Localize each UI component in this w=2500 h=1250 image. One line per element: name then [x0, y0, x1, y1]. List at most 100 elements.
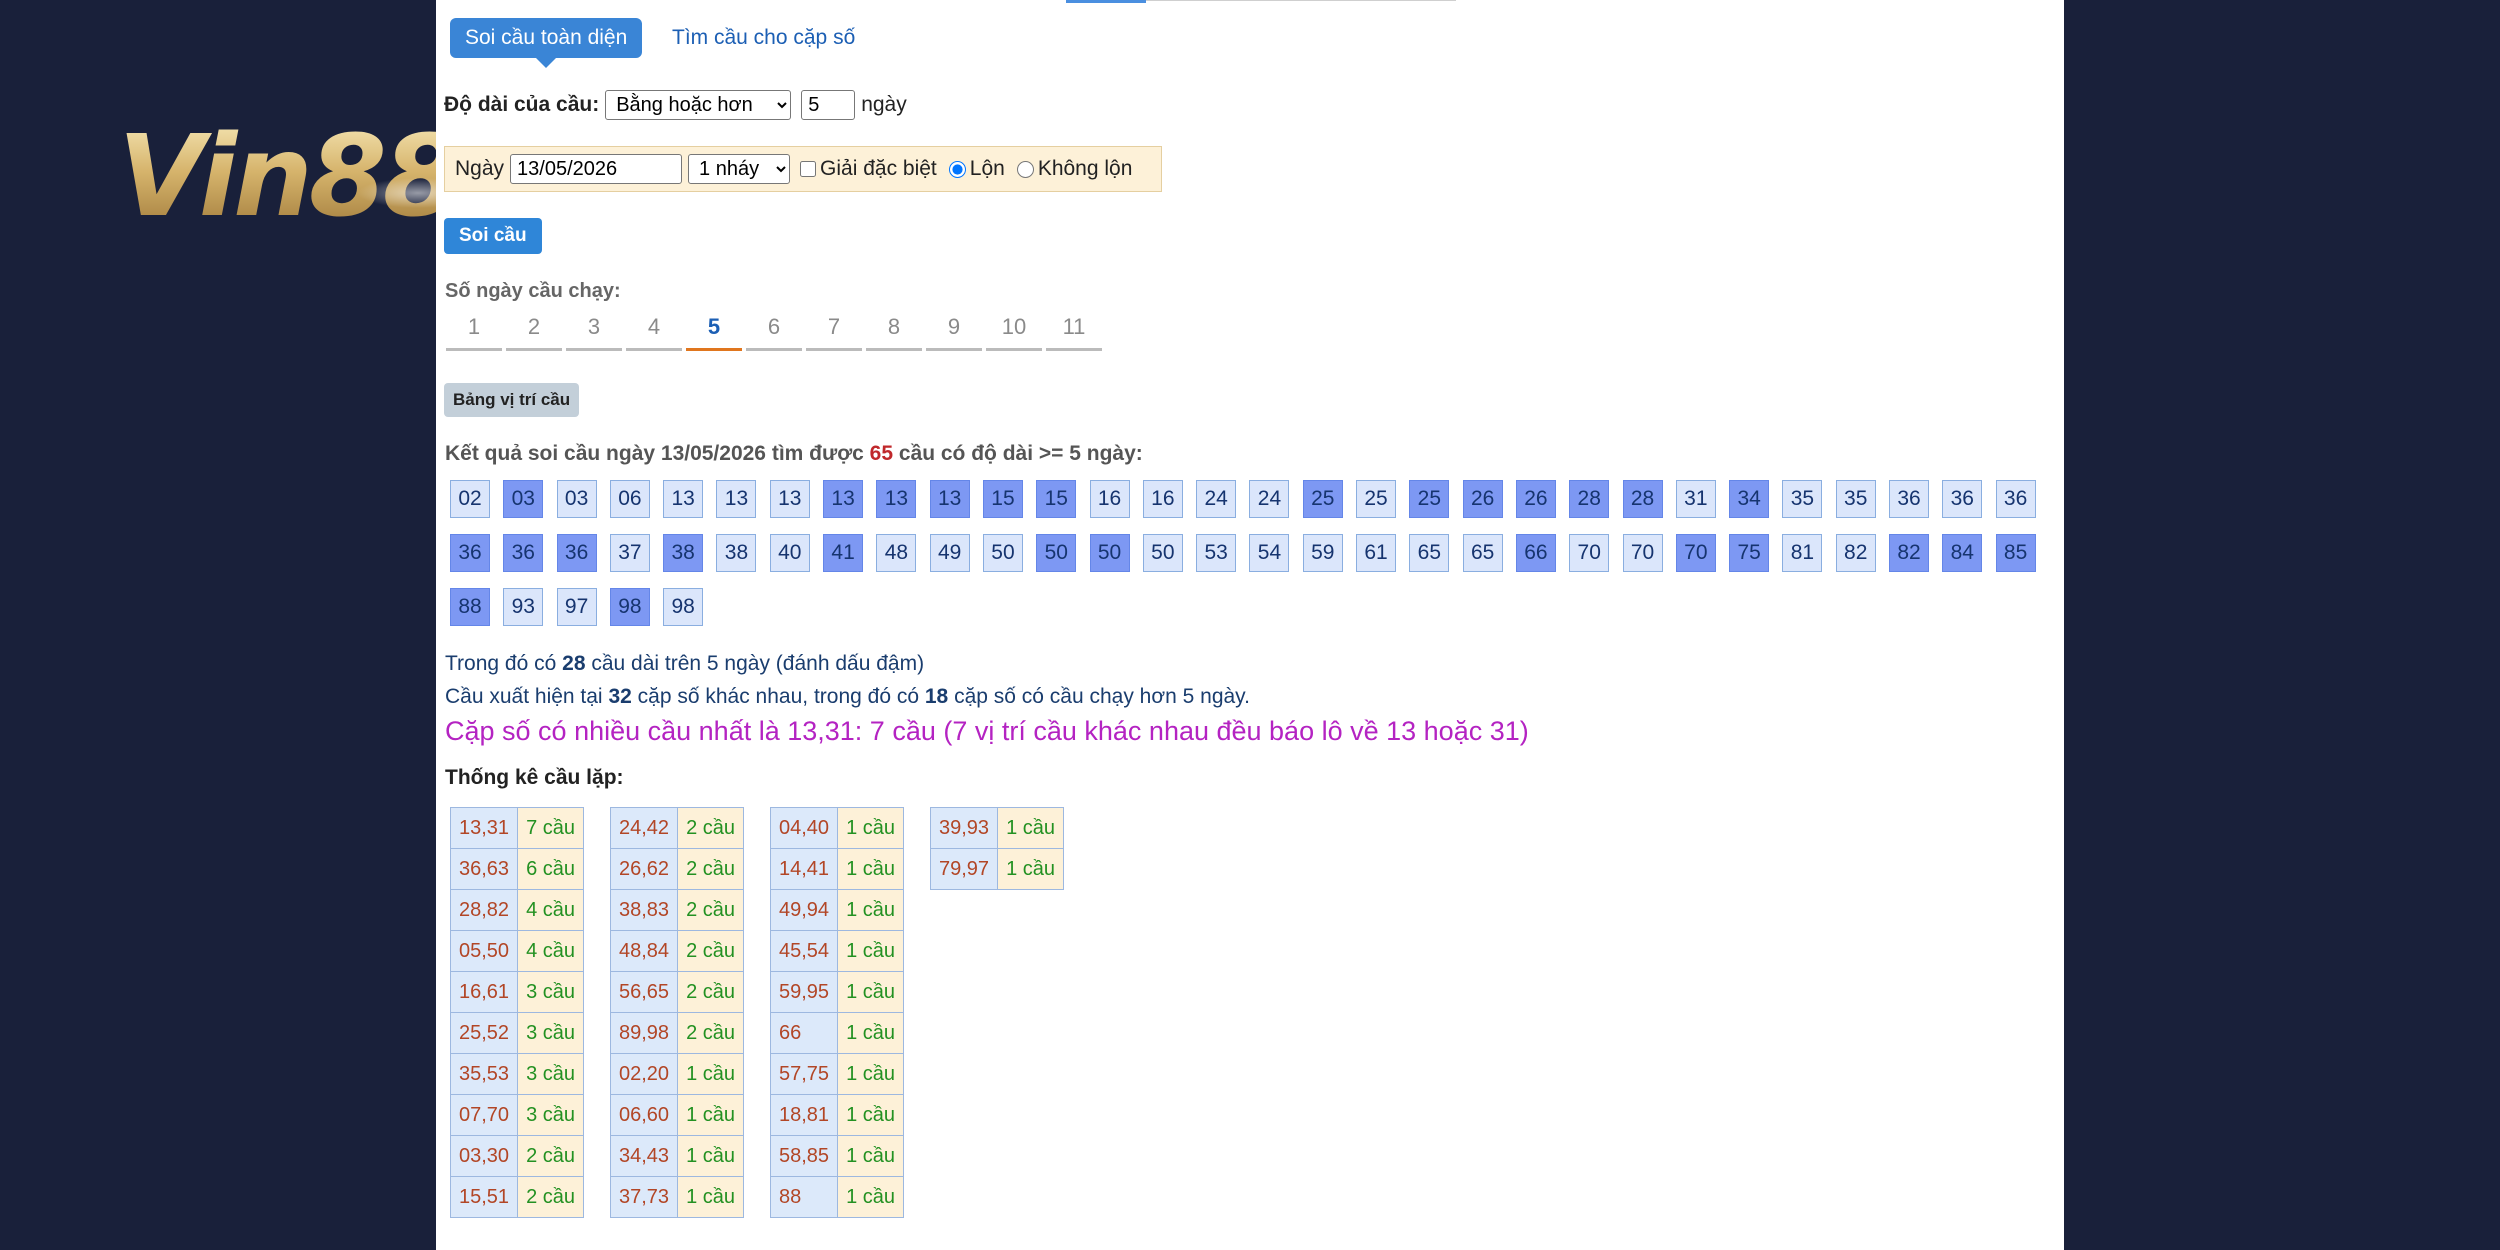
tab-soi-cau-toan-dien[interactable]: Soi cầu toàn diện — [450, 18, 643, 68]
date-input[interactable] — [510, 154, 683, 184]
stats-pair[interactable]: 79,97 — [931, 849, 998, 889]
number-cell[interactable]: 28 — [1622, 480, 1663, 518]
number-cell[interactable]: 38 — [716, 534, 757, 572]
stats-pair[interactable]: 15,51 — [451, 1177, 518, 1217]
number-cell[interactable]: 88 — [450, 588, 490, 626]
number-cell[interactable]: 70 — [1569, 534, 1610, 572]
number-cell[interactable]: 26 — [1515, 480, 1556, 518]
number-cell[interactable]: 13 — [663, 480, 704, 518]
number-cell[interactable]: 98 — [663, 588, 704, 626]
number-cell[interactable]: 36 — [1942, 480, 1983, 518]
number-cell[interactable]: 34 — [1729, 480, 1770, 518]
number-cell[interactable]: 24 — [1196, 480, 1237, 518]
number-cell[interactable]: 13 — [716, 480, 757, 518]
day-tab-3[interactable]: 3 — [566, 314, 622, 351]
day-tab-2[interactable]: 2 — [506, 314, 562, 351]
number-cell[interactable]: 16 — [1089, 480, 1130, 518]
stats-pair[interactable]: 89,98 — [611, 1013, 678, 1053]
number-cell[interactable]: 24 — [1249, 480, 1290, 518]
number-cell[interactable]: 06 — [609, 480, 650, 518]
number-cell[interactable]: 81 — [1782, 534, 1823, 572]
stats-pair[interactable]: 38,83 — [611, 890, 678, 930]
stats-pair[interactable]: 25,52 — [451, 1013, 518, 1053]
number-cell[interactable]: 26 — [1462, 480, 1503, 518]
number-cell[interactable]: 36 — [503, 534, 544, 572]
stats-pair[interactable]: 26,62 — [611, 849, 678, 889]
day-tab-5[interactable]: 5 — [686, 314, 742, 351]
stats-pair[interactable]: 66 — [771, 1013, 838, 1053]
jump-select[interactable]: 1 nháy — [688, 154, 791, 184]
stats-pair[interactable]: 16,61 — [451, 972, 518, 1012]
number-cell[interactable]: 25 — [1302, 480, 1343, 518]
number-cell[interactable]: 85 — [1995, 534, 2036, 572]
number-cell[interactable]: 16 — [1142, 480, 1183, 518]
stats-pair[interactable]: 49,94 — [771, 890, 838, 930]
number-cell[interactable]: 75 — [1729, 534, 1770, 572]
number-cell[interactable]: 37 — [609, 534, 650, 572]
number-cell[interactable]: 53 — [1196, 534, 1237, 572]
tab-tim-cau-cap-so[interactable]: Tìm cầu cho cặp số — [672, 18, 855, 58]
number-cell[interactable]: 31 — [1675, 480, 1716, 518]
day-tab-6[interactable]: 6 — [746, 314, 802, 351]
number-cell[interactable]: 36 — [1995, 480, 2036, 518]
stats-pair[interactable]: 37,73 — [611, 1177, 678, 1217]
number-cell[interactable]: 66 — [1515, 534, 1556, 572]
day-tab-8[interactable]: 8 — [866, 314, 922, 351]
stats-pair[interactable]: 02,20 — [611, 1054, 678, 1094]
day-tab-1[interactable]: 1 — [446, 314, 502, 351]
stats-pair[interactable]: 58,85 — [771, 1136, 838, 1176]
number-cell[interactable]: 15 — [1036, 480, 1077, 518]
number-cell[interactable]: 35 — [1782, 480, 1823, 518]
number-cell[interactable]: 13 — [929, 480, 970, 518]
stats-pair[interactable]: 39,93 — [931, 808, 998, 848]
stats-pair[interactable]: 36,63 — [451, 849, 518, 889]
radio-lon[interactable] — [948, 160, 966, 178]
number-cell[interactable]: 61 — [1356, 534, 1397, 572]
stats-pair[interactable]: 59,95 — [771, 972, 838, 1012]
length-select[interactable]: Bằng hoặc hơn — [605, 90, 792, 120]
number-cell[interactable]: 15 — [982, 480, 1023, 518]
number-cell[interactable]: 03 — [503, 480, 544, 518]
number-cell[interactable]: 38 — [663, 534, 704, 572]
stats-pair[interactable]: 04,40 — [771, 808, 838, 848]
number-cell[interactable]: 28 — [1569, 480, 1610, 518]
number-cell[interactable]: 36 — [556, 534, 597, 572]
number-cell[interactable]: 13 — [876, 480, 917, 518]
number-cell[interactable]: 50 — [1089, 534, 1130, 572]
stats-pair[interactable]: 48,84 — [611, 931, 678, 971]
day-tab-4[interactable]: 4 — [626, 314, 682, 351]
stats-pair[interactable]: 18,81 — [771, 1095, 838, 1135]
number-cell[interactable]: 70 — [1622, 534, 1663, 572]
stats-pair[interactable]: 24,42 — [611, 808, 678, 848]
stats-pair[interactable]: 05,50 — [451, 931, 518, 971]
number-cell[interactable]: 59 — [1302, 534, 1343, 572]
soi-cau-button[interactable]: Soi cầu — [444, 218, 542, 254]
stats-pair[interactable]: 57,75 — [771, 1054, 838, 1094]
number-cell[interactable]: 25 — [1409, 480, 1450, 518]
number-cell[interactable]: 50 — [1036, 534, 1077, 572]
day-tab-9[interactable]: 9 — [926, 314, 982, 351]
stats-pair[interactable]: 07,70 — [451, 1095, 518, 1135]
stats-pair[interactable]: 88 — [771, 1177, 838, 1217]
number-cell[interactable]: 49 — [929, 534, 970, 572]
stats-pair[interactable]: 34,43 — [611, 1136, 678, 1176]
stats-pair[interactable]: 06,60 — [611, 1095, 678, 1135]
number-cell[interactable]: 65 — [1462, 534, 1503, 572]
number-cell[interactable]: 98 — [609, 588, 650, 626]
number-cell[interactable]: 48 — [876, 534, 917, 572]
stats-pair[interactable]: 35,53 — [451, 1054, 518, 1094]
number-cell[interactable]: 36 — [1889, 480, 1930, 518]
number-cell[interactable]: 13 — [769, 480, 810, 518]
special-checkbox[interactable] — [800, 161, 817, 177]
number-cell[interactable]: 41 — [823, 534, 864, 572]
number-cell[interactable]: 84 — [1942, 534, 1983, 572]
number-cell[interactable]: 93 — [503, 588, 544, 626]
number-cell[interactable]: 50 — [982, 534, 1023, 572]
stats-pair[interactable]: 56,65 — [611, 972, 678, 1012]
number-cell[interactable]: 02 — [450, 480, 490, 518]
position-table-button[interactable]: Bảng vị trí cầu — [444, 383, 580, 417]
number-cell[interactable]: 54 — [1249, 534, 1290, 572]
number-cell[interactable]: 35 — [1835, 480, 1876, 518]
day-tab-11[interactable]: 11 — [1046, 314, 1102, 351]
number-cell[interactable]: 36 — [450, 534, 490, 572]
